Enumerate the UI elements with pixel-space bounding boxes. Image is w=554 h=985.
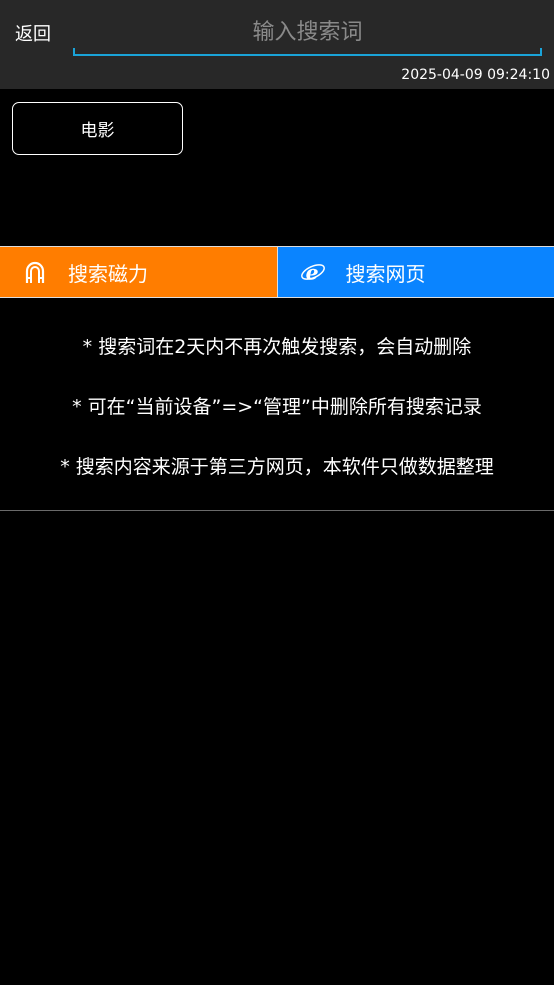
search-actions: 搜索磁力 e 搜索网页 — [0, 246, 554, 298]
chip-label: 电影 — [80, 121, 115, 141]
search-magnet-button[interactable]: 搜索磁力 — [0, 247, 277, 297]
svg-text:e: e — [305, 260, 318, 284]
top-bar: 返回 2025-04-09 09:24:10 — [0, 0, 554, 89]
search-input[interactable] — [73, 12, 542, 52]
search-magnet-label: 搜索磁力 — [68, 261, 148, 286]
notes-panel: * 搜索词在2天内不再次触发搜索，会自动删除 * 可在“当前设备”=>“管理”中… — [0, 298, 554, 511]
ie-browser-icon: e — [300, 259, 326, 285]
search-web-label: 搜索网页 — [345, 261, 426, 286]
history-chip-movie[interactable]: 电影 — [12, 102, 183, 155]
back-button[interactable]: 返回 — [15, 20, 51, 46]
datetime-label: 2025-04-09 09:24:10 — [401, 67, 550, 83]
magnet-icon — [22, 259, 48, 285]
note-line: * 搜索内容来源于第三方网页，本软件只做数据整理 — [60, 456, 494, 478]
note-line: * 可在“当前设备”=>“管理”中删除所有搜索记录 — [72, 396, 482, 418]
search-underline — [73, 48, 542, 56]
note-line: * 搜索词在2天内不再次触发搜索，会自动删除 — [82, 336, 472, 358]
search-web-button[interactable]: e 搜索网页 — [276, 247, 554, 297]
search-box[interactable] — [73, 12, 542, 56]
